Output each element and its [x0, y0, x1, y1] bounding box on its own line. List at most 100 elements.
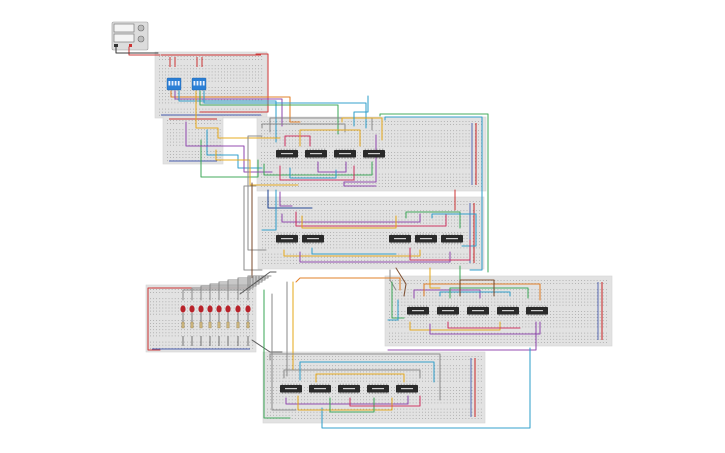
led-resistor: [246, 321, 250, 329]
led-body: [189, 305, 195, 313]
ic-pin: [310, 392, 312, 394]
ic-pin: [299, 392, 301, 394]
ic-pin: [409, 383, 411, 385]
ic-pin: [328, 392, 330, 394]
dip-switch-toggle: [196, 81, 199, 86]
ic-pin: [283, 148, 285, 150]
ic-pin: [318, 242, 320, 244]
ic-chip-marking: [502, 310, 514, 312]
ic-chip-marking: [372, 388, 384, 390]
board-4-chip-5: [396, 383, 418, 394]
ic-pin: [471, 305, 473, 307]
ic-pin: [309, 242, 311, 244]
ic-pin: [364, 157, 366, 159]
ic-pin: [428, 233, 430, 235]
ic-pin: [542, 314, 544, 316]
ic-pin: [396, 242, 398, 244]
board-1-chip-3: [334, 148, 356, 159]
ic-pin: [460, 242, 462, 244]
ic-pin: [445, 242, 447, 244]
ic-chip-marking: [343, 388, 355, 390]
led-resistor: [190, 321, 194, 329]
ic-pin: [527, 314, 529, 316]
ic-pin: [348, 383, 350, 385]
ic-pin: [295, 233, 297, 235]
ic-pin: [451, 233, 453, 235]
ic-pin: [368, 383, 370, 385]
ic-pin: [344, 157, 346, 159]
led-body: [180, 305, 186, 313]
ic-pin: [299, 383, 301, 385]
ic-pin: [350, 148, 352, 150]
ic-pin: [374, 392, 376, 394]
ic-pin: [386, 392, 388, 394]
ic-pin: [277, 157, 279, 159]
ic-pin: [516, 305, 518, 307]
ic-pin: [442, 233, 444, 235]
ic-chip-marking: [310, 153, 322, 155]
dip-switch-toggle: [193, 81, 196, 86]
ic-pin: [319, 383, 321, 385]
ic-pin: [342, 392, 344, 394]
board-2-chip-4: [415, 233, 437, 244]
ic-pin: [321, 148, 323, 150]
ic-pin: [415, 383, 417, 385]
ic-pin: [289, 157, 291, 159]
ic-pin: [309, 148, 311, 150]
ic-pin: [373, 157, 375, 159]
ic-pin: [504, 314, 506, 316]
ic-pin: [431, 242, 433, 244]
ic-pin: [457, 233, 459, 235]
ic-pin: [335, 157, 337, 159]
ic-pin: [383, 392, 385, 394]
board-1-chip-2: [305, 148, 327, 159]
ic-pin: [295, 157, 297, 159]
ic-pin: [474, 305, 476, 307]
ic-pin: [434, 242, 436, 244]
input-breadboard-lower: [162, 115, 224, 165]
ic-pin: [316, 392, 318, 394]
ic-pin: [380, 392, 382, 394]
ic-pin: [501, 314, 503, 316]
ic-pin: [457, 242, 459, 244]
ic-pin: [312, 148, 314, 150]
ic-pin: [318, 233, 320, 235]
ic-pin: [477, 305, 479, 307]
ic-pin: [296, 383, 298, 385]
ic-pin: [412, 383, 414, 385]
ic-pin: [293, 392, 295, 394]
ic-pin: [390, 233, 392, 235]
ic-pin: [450, 314, 452, 316]
ic-pin: [379, 157, 381, 159]
ic-pin: [438, 314, 440, 316]
ic-pin: [318, 157, 320, 159]
ic-pin: [283, 242, 285, 244]
ic-pin: [280, 233, 282, 235]
ic-pin: [417, 314, 419, 316]
ic-pin: [454, 233, 456, 235]
ic-pin: [376, 157, 378, 159]
ic-pin: [408, 242, 410, 244]
power-supply-display-2: [113, 33, 135, 43]
ic-pin: [393, 233, 395, 235]
ic-pin: [286, 242, 288, 244]
ic-pin: [456, 314, 458, 316]
ic-pin: [504, 305, 506, 307]
ic-pin: [408, 305, 410, 307]
led-resistor: [199, 321, 203, 329]
ic-pin: [306, 157, 308, 159]
ic-pin: [292, 242, 294, 244]
ic-pin: [345, 383, 347, 385]
ic-pin: [460, 233, 462, 235]
ic-pin: [315, 148, 317, 150]
ic-pin: [402, 233, 404, 235]
ic-pin: [450, 305, 452, 307]
ic-pin: [292, 148, 294, 150]
ic-pin: [289, 242, 291, 244]
ic-pin: [321, 242, 323, 244]
ic-pin: [471, 314, 473, 316]
ic-pin: [309, 233, 311, 235]
ic-pin: [408, 314, 410, 316]
ic-pin: [280, 157, 282, 159]
ic-pin: [370, 157, 372, 159]
